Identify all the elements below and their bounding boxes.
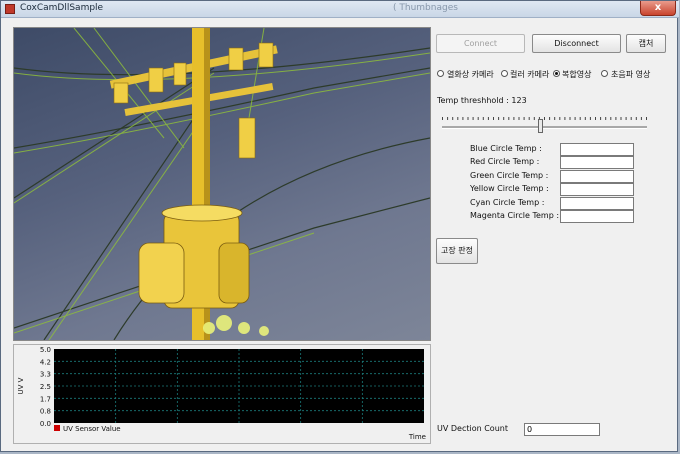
uv-chart: 5.0 4.2 3.3 2.5 1.7 0.8 0.0 UV V Time UV Sensor V… — [13, 344, 431, 444]
radio-ultrasound-image[interactable] — [601, 70, 608, 77]
radio-ultrasound-image-label[interactable]: 초음파 영상 — [611, 69, 650, 80]
y-tick-label: 3.3 — [40, 371, 51, 379]
slider-tick — [482, 117, 484, 120]
blue-circle-temp-label: Blue Circle Temp : — [470, 144, 542, 153]
slider-tick — [493, 117, 494, 120]
radio-composite-image-label[interactable]: 복합영상 — [562, 69, 591, 80]
slider-tick — [569, 117, 571, 120]
slider-tick — [630, 117, 632, 120]
y-tick-label: 0.0 — [40, 420, 51, 428]
slider-tick — [579, 117, 581, 120]
slider-tick — [589, 117, 591, 120]
green-circle-temp-label: Green Circle Temp : — [470, 171, 549, 180]
app-icon — [5, 4, 15, 14]
legend-label: UV Sensor Value — [63, 425, 121, 433]
slider-tick — [564, 117, 566, 120]
slider-tick — [518, 117, 520, 120]
x-axis-label: Time — [408, 433, 426, 441]
legend-swatch — [54, 425, 60, 431]
yellow-circle-temp-label: Yellow Circle Temp : — [470, 184, 549, 193]
radio-thermal-camera-label[interactable]: 열화상 카메라 — [447, 69, 494, 80]
y-tick-label: 1.7 — [40, 395, 51, 403]
threshold-slider-track[interactable] — [442, 126, 647, 129]
slider-tick — [523, 117, 525, 120]
slider-tick — [605, 117, 607, 120]
slider-tick — [508, 117, 510, 120]
y-axis-label: UV V — [17, 377, 25, 394]
slider-tick — [595, 117, 596, 120]
slider-tick — [467, 117, 469, 120]
y-tick-label: 4.2 — [40, 358, 51, 366]
slider-tick — [554, 117, 556, 120]
capture-button[interactable]: 캡처 — [626, 34, 666, 53]
magenta-circle-temp-label: Magenta Circle Temp : — [470, 211, 560, 220]
slider-tick — [442, 117, 443, 120]
slider-tick — [472, 117, 474, 120]
red-circle-temp-label: Red Circle Temp : — [470, 157, 540, 166]
threshold-slider-ticks — [442, 117, 647, 120]
green-circle-temp-field[interactable] — [560, 170, 634, 183]
fault-diagnosis-button[interactable]: 고장 판정 — [436, 238, 478, 264]
slider-tick — [452, 117, 454, 120]
background-window-title: ( Thumbnages — [393, 3, 458, 13]
slider-tick — [503, 117, 505, 120]
slider-tick — [533, 117, 535, 120]
y-tick-label: 2.5 — [40, 383, 51, 391]
app-window: CoxCamDllSample ( Thumbnages x Connect D… — [0, 0, 679, 452]
uv-chart-svg: 5.0 4.2 3.3 2.5 1.7 0.8 0.0 UV V Time UV Sensor V… — [17, 346, 426, 441]
red-circle-temp-field[interactable] — [560, 156, 634, 169]
threshold-slider-thumb[interactable] — [537, 119, 543, 133]
slider-tick — [528, 117, 530, 120]
slider-tick — [610, 117, 612, 120]
slider-tick — [498, 117, 500, 120]
radio-color-camera-label[interactable]: 컬러 카메라 — [510, 69, 549, 80]
slider-tick — [635, 117, 637, 120]
radio-thermal-camera[interactable] — [437, 70, 444, 77]
temp-threshold-label: Temp threshhold : 123 — [437, 96, 527, 105]
slider-tick — [457, 117, 459, 120]
slider-tick — [487, 117, 489, 120]
slider-tick — [559, 117, 561, 120]
slider-tick — [584, 117, 586, 120]
slider-tick — [625, 117, 627, 120]
radio-color-camera[interactable] — [501, 70, 508, 77]
slider-tick — [462, 117, 464, 120]
cyan-circle-temp-label: Cyan Circle Temp : — [470, 198, 545, 207]
slider-tick — [513, 117, 515, 120]
connect-button[interactable]: Connect — [436, 34, 525, 53]
blue-circle-temp-field[interactable] — [560, 143, 634, 156]
magenta-circle-temp-field[interactable] — [560, 210, 634, 223]
uv-detection-count-field[interactable]: 0 — [524, 423, 600, 436]
camera-video-view — [13, 27, 431, 341]
slider-tick — [477, 117, 479, 120]
camera-image — [14, 28, 430, 340]
close-button[interactable]: x — [640, 1, 676, 16]
disconnect-button[interactable]: Disconnect — [532, 34, 621, 53]
slider-tick — [620, 117, 622, 120]
slider-tick — [447, 117, 449, 120]
slider-tick — [615, 117, 617, 120]
slider-tick — [640, 117, 642, 120]
slider-tick — [646, 117, 647, 120]
y-tick-label: 5.0 — [40, 346, 51, 354]
radio-composite-image[interactable] — [553, 70, 560, 77]
slider-tick — [600, 117, 602, 120]
slider-tick — [549, 117, 551, 120]
window-title: CoxCamDllSample — [20, 3, 104, 13]
cyan-circle-temp-field[interactable] — [560, 197, 634, 210]
yellow-circle-temp-field[interactable] — [560, 183, 634, 196]
y-tick-label: 0.8 — [40, 408, 51, 416]
slider-tick — [544, 117, 545, 120]
title-bar[interactable]: CoxCamDllSample ( Thumbnages x — [1, 1, 679, 18]
uv-detection-count-label: UV Dection Count — [437, 424, 508, 433]
slider-tick — [574, 117, 576, 120]
